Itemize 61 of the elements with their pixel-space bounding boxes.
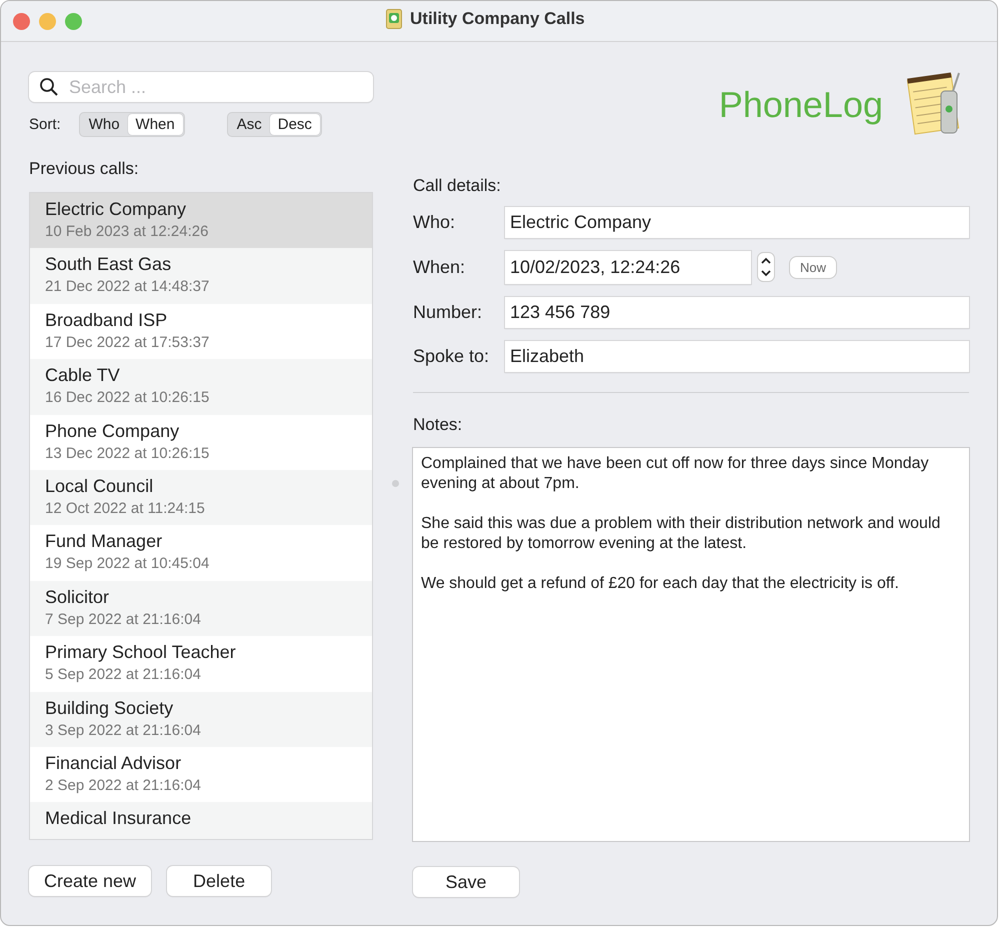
section-label: Notes:	[413, 414, 464, 435]
field-label: Number:	[413, 302, 484, 323]
call-date: 2 Sep 2022 at 21:16:04	[45, 776, 202, 794]
call-list-item[interactable]: Electric Company 10 Feb 2023 at 12:24:26	[30, 193, 372, 248]
action-button[interactable]: Create new	[29, 866, 152, 896]
call-date: 10 Feb 2023 at 12:24:26	[45, 223, 210, 240]
call-name: Financial Advisor	[45, 752, 182, 774]
sort-option[interactable]: Desc	[270, 114, 320, 135]
call-list-item[interactable]: Building Society 3 Sep 2022 at 21:16:04	[30, 692, 372, 747]
zoom-button[interactable]	[65, 12, 82, 30]
field-label: When:	[413, 256, 466, 278]
sort-label: Sort:	[29, 116, 61, 133]
call-list-item[interactable]: Solicitor 7 Sep 2022 at 21:16:04	[30, 580, 372, 636]
save-button[interactable]: Save	[413, 867, 519, 897]
sort-option[interactable]: When	[128, 114, 183, 135]
call-date: 12 Oct 2022 at 11:24:15	[45, 500, 206, 517]
logo-text: PhoneLog	[718, 84, 883, 126]
call-name: Primary School Teacher	[45, 642, 237, 664]
call-name: Fund Manager	[45, 531, 164, 552]
call-name: Building Society	[45, 698, 174, 719]
split-handle[interactable]	[392, 480, 399, 487]
call-name: Electric Company	[45, 199, 188, 220]
call-date: 16 Dec 2022 at 10:26:15	[45, 389, 210, 406]
stepper-icon[interactable]	[757, 252, 775, 282]
call-date: 17 Dec 2022 at 17:53:37	[45, 334, 210, 351]
call-list-item[interactable]: Cable TV 16 Dec 2022 at 10:26:15	[30, 359, 372, 415]
minimize-button[interactable]	[39, 12, 56, 30]
call-name: Broadband ISP	[45, 310, 168, 331]
call-name: Phone Company	[45, 420, 180, 442]
search-field[interactable]: Search ...	[29, 72, 373, 102]
call-list-item[interactable]: South East Gas 21 Dec 2022 at 14:48:37	[30, 248, 372, 304]
document-icon	[386, 9, 402, 29]
notes-field[interactable]: Complained that we have been cut off now for three days since Monday evening at about 7pm. She said this was due a problem with their distribution network and would be restored by tomorrow evening at the latest. We should get a refund of £20 for each day that the electricity is off.	[413, 448, 969, 841]
window-title: Utility Company Calls	[410, 9, 585, 29]
field-label: Spoke to:	[413, 346, 490, 367]
call-date: 5 Sep 2022 at 21:16:04	[45, 666, 202, 684]
call-list-item[interactable]: Medical Insurance	[30, 802, 372, 839]
call-date: 13 Dec 2022 at 10:26:15	[45, 444, 210, 462]
call-date: 19 Sep 2022 at 10:45:04	[45, 555, 210, 572]
field-label: Who:	[413, 212, 456, 233]
now-button[interactable]: Now	[789, 256, 838, 279]
call-name: Local Council	[45, 476, 154, 497]
call-date: 3 Sep 2022 at 21:16:04	[45, 722, 202, 739]
text-field[interactable]: 123 456 789	[505, 296, 969, 328]
call-name: South East Gas	[45, 254, 172, 276]
search-icon	[39, 77, 59, 97]
call-list-item[interactable]: Local Council 12 Oct 2022 at 11:24:15	[30, 470, 372, 526]
call-date: 7 Sep 2022 at 21:16:04	[45, 610, 202, 628]
section-label: Call details:	[413, 176, 502, 196]
text-field[interactable]: Electric Company	[505, 206, 969, 238]
close-button[interactable]	[13, 12, 30, 30]
call-name: Medical Insurance	[45, 808, 192, 830]
call-name: Solicitor	[45, 586, 110, 608]
call-date: 21 Dec 2022 at 14:48:37	[45, 278, 210, 296]
sort-option[interactable]: Who	[80, 114, 128, 135]
action-button[interactable]: Delete	[167, 866, 272, 896]
call-name: Cable TV	[45, 365, 121, 386]
section-label: Previous calls:	[29, 159, 140, 179]
sort-option[interactable]: Asc	[228, 114, 270, 135]
date-field[interactable]: 10/02/2023, 12:24:26	[505, 250, 751, 284]
text-field[interactable]: Elizabeth	[505, 340, 969, 372]
